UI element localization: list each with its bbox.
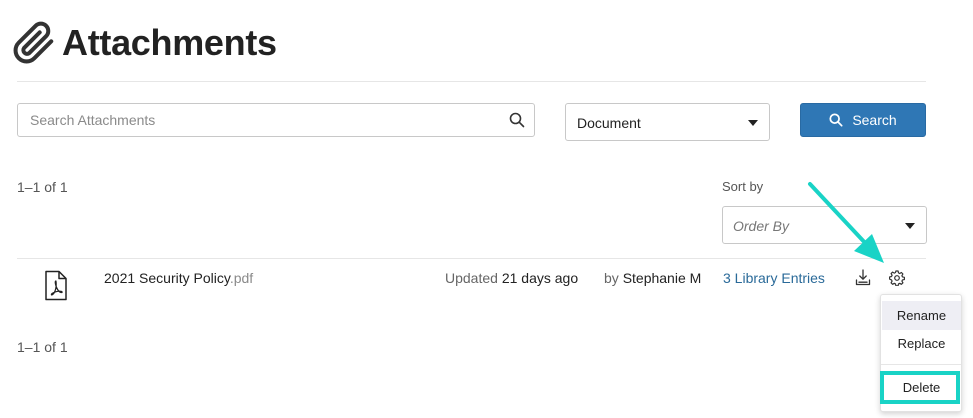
search-icon: [829, 113, 843, 127]
search-box[interactable]: [17, 103, 535, 137]
chevron-down-icon: [905, 223, 915, 229]
result-count-top: 1–1 of 1: [17, 179, 68, 195]
menu-item-rename[interactable]: Rename: [882, 301, 961, 330]
updated-label: Updated: [445, 270, 498, 286]
search-icon[interactable]: [509, 112, 525, 128]
menu-item-replace[interactable]: Replace: [882, 329, 961, 358]
search-button[interactable]: Search: [800, 103, 926, 137]
author-name: Stephanie M: [622, 270, 702, 286]
search-input[interactable]: [18, 104, 498, 136]
download-icon[interactable]: [855, 269, 871, 286]
paperclip-icon: [13, 21, 54, 64]
attachment-context-menu: Rename Replace Delete: [880, 294, 962, 412]
updated-when: 21 days ago: [501, 270, 579, 286]
pdf-file-icon: [45, 270, 67, 301]
row-divider: [17, 258, 926, 259]
author-info: by Stephanie M: [604, 270, 701, 286]
updated-info: Updated 21 days ago: [445, 270, 578, 286]
chevron-down-icon: [748, 120, 758, 126]
menu-divider: [881, 364, 961, 365]
result-count-bottom: 1–1 of 1: [17, 339, 68, 355]
file-extension: .pdf: [229, 270, 254, 286]
file-name[interactable]: 2021 Security Policy.pdf: [104, 270, 253, 286]
type-filter-select[interactable]: Document: [565, 103, 770, 141]
page-title: Attachments: [62, 22, 277, 63]
search-button-label: Search: [852, 112, 897, 128]
sort-label: Sort by: [722, 179, 764, 194]
author-prefix: by: [604, 270, 619, 286]
order-by-select[interactable]: Order By: [722, 206, 927, 244]
order-by-placeholder: Order By: [733, 218, 790, 234]
file-name-base: 2021 Security Policy: [104, 270, 230, 286]
gear-icon[interactable]: [889, 270, 905, 286]
type-filter-value: Document: [577, 115, 641, 131]
page-header: Attachments: [12, 18, 277, 68]
header-divider: [17, 81, 926, 82]
menu-item-delete[interactable]: Delete: [882, 373, 961, 402]
library-entries-link[interactable]: 3 Library Entries: [723, 270, 825, 286]
